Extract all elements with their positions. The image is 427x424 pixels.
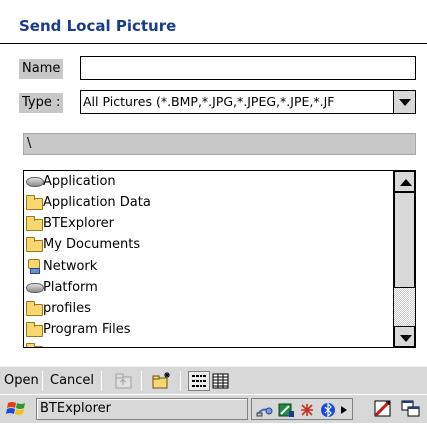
network-icon[interactable] bbox=[256, 402, 274, 418]
folder-icon bbox=[26, 195, 43, 210]
toolbar-separator bbox=[141, 371, 142, 391]
list-item-label: Application bbox=[43, 174, 116, 189]
list-item-partial[interactable] bbox=[26, 340, 43, 347]
bluetooth-off-icon[interactable] bbox=[298, 402, 316, 418]
toolbar-separator bbox=[42, 371, 43, 391]
file-list[interactable]: Application Application Data BTExplorer … bbox=[23, 170, 416, 348]
type-label: Type : bbox=[19, 93, 64, 113]
toolbar-separator bbox=[101, 371, 102, 391]
scroll-thumb[interactable] bbox=[394, 192, 415, 288]
scroll-up-button[interactable] bbox=[394, 171, 415, 192]
list-item-label: Network bbox=[43, 259, 98, 274]
chevron-down-icon bbox=[400, 335, 412, 342]
type-select-value: All Pictures (*.BMP,*.JPG,*.JPEG,*.JPE,*… bbox=[83, 94, 335, 109]
chevron-down-icon bbox=[399, 99, 411, 106]
scroll-track[interactable] bbox=[394, 288, 415, 326]
list-view-icon[interactable] bbox=[188, 371, 210, 391]
name-input[interactable] bbox=[80, 56, 416, 80]
list-item[interactable]: profiles bbox=[26, 298, 91, 319]
scroll-down-button[interactable] bbox=[394, 326, 415, 347]
new-folder-icon[interactable] bbox=[151, 371, 173, 391]
list-item-label: profiles bbox=[43, 301, 91, 316]
input-panel-icon[interactable] bbox=[372, 398, 394, 420]
bluetooth-icon[interactable] bbox=[319, 402, 337, 418]
list-item-label: BTExplorer bbox=[43, 216, 114, 231]
list-item-label: Platform bbox=[43, 280, 98, 295]
list-item[interactable]: Application bbox=[26, 171, 116, 192]
taskbar-task-btexplorer[interactable]: BTExplorer bbox=[36, 398, 248, 420]
list-item[interactable]: Network bbox=[26, 256, 97, 277]
bottom-toolbar: Open Cancel bbox=[0, 366, 427, 394]
dialog-content: Name Type : All Pictures (*.BMP,*.JPG,*.… bbox=[0, 44, 427, 366]
current-path: \ bbox=[23, 133, 416, 155]
list-item-label: Application Data bbox=[43, 195, 151, 210]
signal-icon[interactable] bbox=[277, 402, 295, 418]
folder-icon bbox=[26, 301, 43, 316]
folder-icon bbox=[26, 216, 43, 231]
desktop-switch-icon[interactable] bbox=[400, 398, 422, 420]
open-button[interactable]: Open bbox=[4, 372, 39, 390]
system-tray bbox=[251, 398, 353, 420]
details-view-icon[interactable] bbox=[210, 371, 232, 391]
cancel-button[interactable]: Cancel bbox=[50, 372, 94, 390]
windows-flag-icon[interactable] bbox=[4, 398, 30, 420]
folder-icon bbox=[26, 237, 43, 252]
network-folder-icon bbox=[26, 259, 42, 274]
taskbar: BTExplorer bbox=[0, 394, 427, 423]
folder-icon bbox=[26, 322, 43, 337]
list-item[interactable]: Platform bbox=[26, 277, 98, 298]
type-dropdown-button[interactable] bbox=[393, 91, 415, 113]
list-item-label: Program Files bbox=[43, 322, 131, 337]
list-item-label: My Documents bbox=[43, 237, 141, 252]
dialog-title: Send Local Picture bbox=[19, 17, 177, 35]
chevron-up-icon bbox=[400, 179, 412, 186]
name-label: Name bbox=[19, 59, 64, 79]
up-folder-icon[interactable] bbox=[113, 371, 135, 391]
toolbar-separator bbox=[180, 371, 181, 391]
drive-icon bbox=[26, 280, 44, 293]
list-item[interactable]: Application Data bbox=[26, 192, 151, 213]
dialog-header: Send Local Picture bbox=[0, 0, 427, 44]
list-item[interactable]: BTExplorer bbox=[26, 213, 114, 234]
type-select[interactable]: All Pictures (*.BMP,*.JPG,*.JPEG,*.JPE,*… bbox=[80, 90, 416, 114]
list-item[interactable]: Program Files bbox=[26, 319, 131, 340]
list-item[interactable]: My Documents bbox=[26, 234, 140, 255]
folder-icon bbox=[26, 343, 43, 347]
arrow-right-icon[interactable] bbox=[338, 402, 350, 418]
drive-icon bbox=[26, 174, 44, 187]
vertical-scrollbar[interactable] bbox=[393, 171, 415, 347]
